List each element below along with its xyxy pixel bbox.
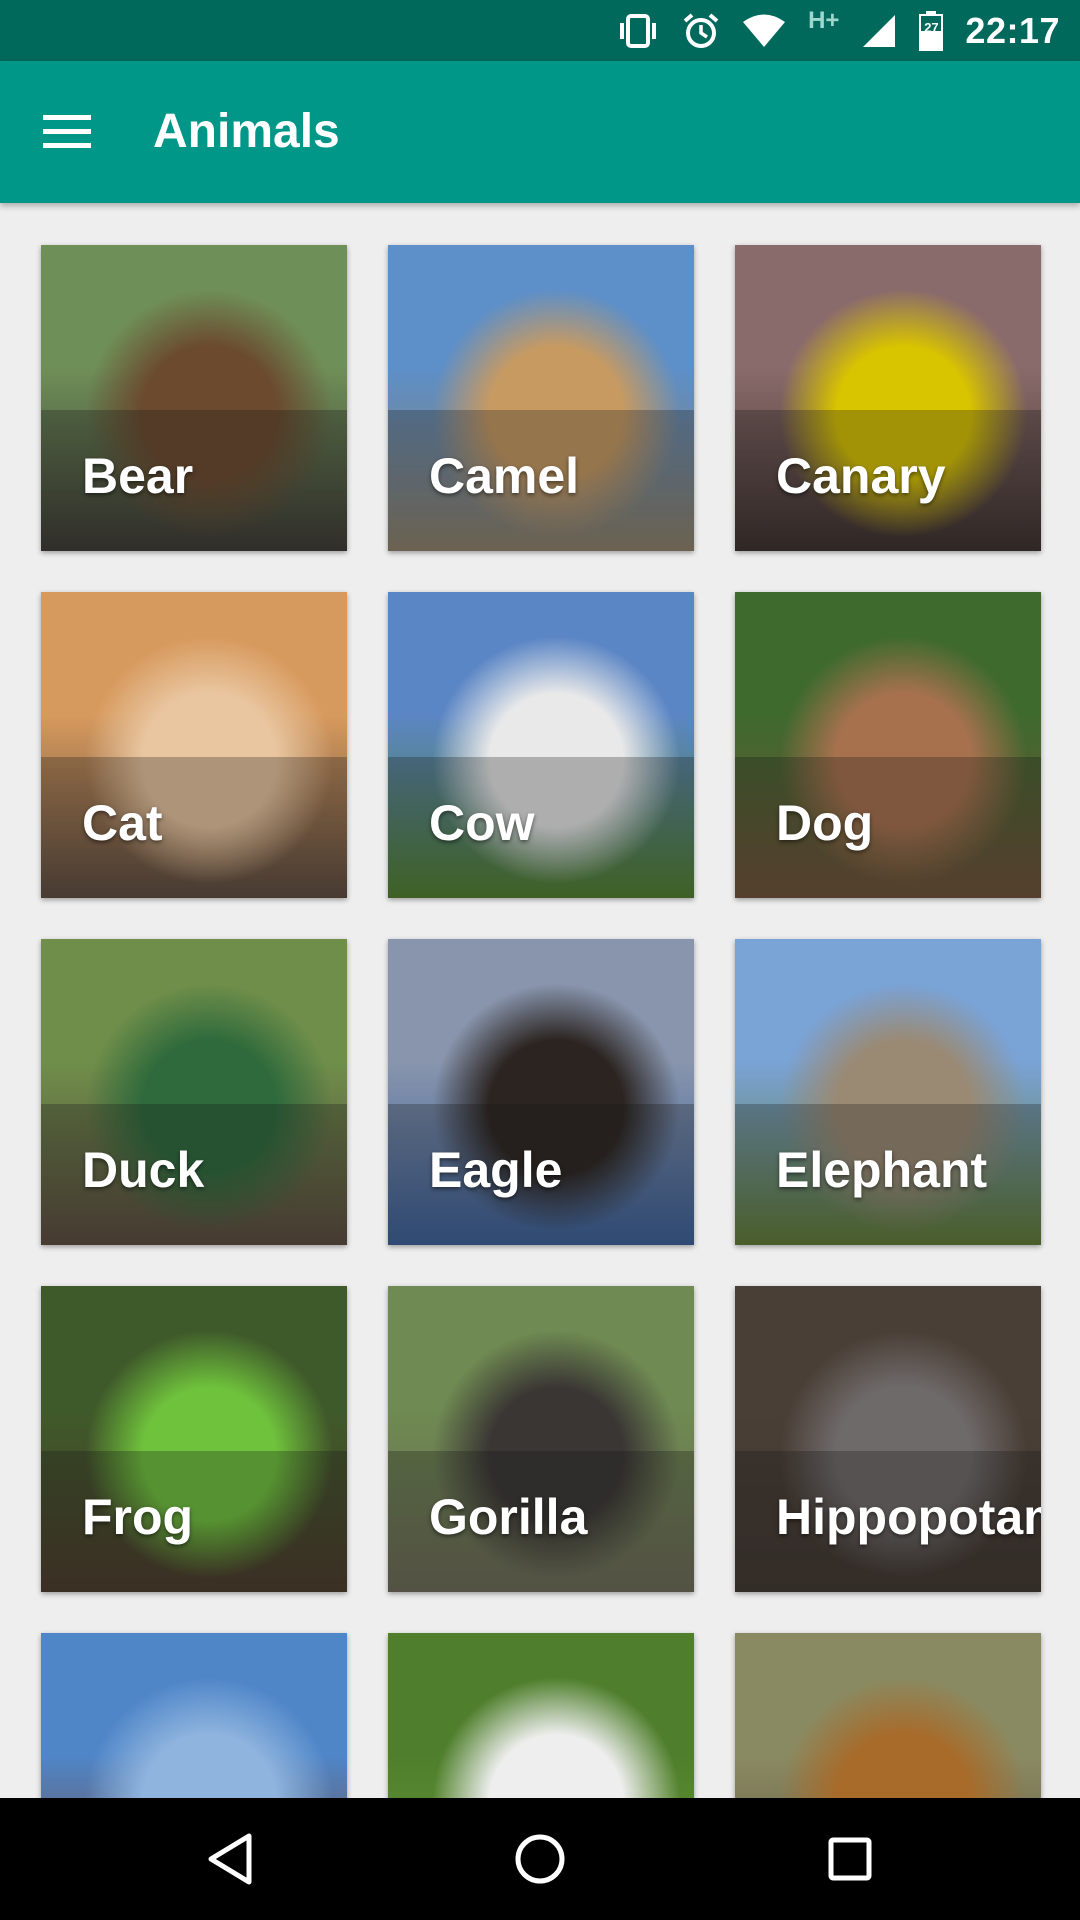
animal-tile-canary[interactable]: Canary bbox=[735, 245, 1041, 551]
animal-tile-elephant[interactable]: Elephant bbox=[735, 939, 1041, 1245]
signal-icon bbox=[861, 13, 897, 49]
animal-tile-cat[interactable]: Cat bbox=[41, 592, 347, 898]
vibrate-icon bbox=[616, 13, 660, 48]
animal-label: Hippopotamus bbox=[776, 1489, 1041, 1545]
animal-label: Frog bbox=[82, 1489, 194, 1545]
animal-photo bbox=[41, 1633, 347, 1798]
animal-tile-sheep[interactable]: Sheep bbox=[388, 1633, 694, 1798]
recents-icon[interactable] bbox=[814, 1823, 886, 1895]
animal-label: Eagle bbox=[429, 1142, 563, 1198]
animal-label: Elephant bbox=[776, 1142, 988, 1198]
animal-tile-eagle[interactable]: Eagle bbox=[388, 939, 694, 1245]
status-bar: H+ 27 22:17 bbox=[0, 0, 1080, 61]
animal-label: Dog bbox=[776, 795, 874, 851]
animal-label: Gorilla bbox=[429, 1489, 588, 1545]
clock: 22:17 bbox=[965, 9, 1060, 51]
animal-label: Cow bbox=[429, 795, 535, 851]
animal-tile-lion[interactable]: Lion bbox=[735, 1633, 1041, 1798]
status-icons: H+ 27 22:17 bbox=[616, 0, 1060, 61]
animal-tile-camel[interactable]: Camel bbox=[388, 245, 694, 551]
navigation-bar bbox=[0, 1798, 1080, 1920]
back-icon[interactable] bbox=[194, 1823, 266, 1895]
battery-icon: 27 bbox=[919, 10, 944, 51]
hamburger-menu-icon[interactable] bbox=[28, 96, 106, 168]
wifi-icon bbox=[742, 14, 786, 48]
animal-tile-bear[interactable]: Bear bbox=[41, 245, 347, 551]
animal-label: Cat bbox=[82, 795, 163, 851]
animal-photo bbox=[388, 1633, 694, 1798]
animal-tile-duck[interactable]: Duck bbox=[41, 939, 347, 1245]
animal-tile-hippopotamus[interactable]: Hippopotamus bbox=[735, 1286, 1041, 1592]
content-area: Bear Camel Canary Cat Cow Dog Duck Eagle Elephan… bbox=[0, 203, 1080, 1798]
animal-tile-cow[interactable]: Cow bbox=[388, 592, 694, 898]
page-title: Animals bbox=[153, 105, 340, 158]
animal-tile-horse[interactable]: Horse bbox=[41, 1633, 347, 1798]
animal-label: Canary bbox=[776, 448, 946, 504]
animal-label: Bear bbox=[82, 448, 194, 504]
alarm-icon bbox=[682, 12, 720, 50]
animal-grid: Bear Camel Canary Cat Cow Dog Duck Eagle Elephan… bbox=[41, 245, 1041, 1798]
app-toolbar: Animals bbox=[0, 61, 1080, 203]
home-icon[interactable] bbox=[504, 1823, 576, 1895]
animal-photo bbox=[735, 1633, 1041, 1798]
animal-tile-dog[interactable]: Dog bbox=[735, 592, 1041, 898]
animal-tile-frog[interactable]: Frog bbox=[41, 1286, 347, 1592]
animal-tile-gorilla[interactable]: Gorilla bbox=[388, 1286, 694, 1592]
animal-label: Duck bbox=[82, 1142, 205, 1198]
animal-label: Camel bbox=[429, 448, 580, 504]
battery-level: 27 bbox=[924, 19, 939, 35]
network-type-label: H+ bbox=[808, 6, 840, 34]
